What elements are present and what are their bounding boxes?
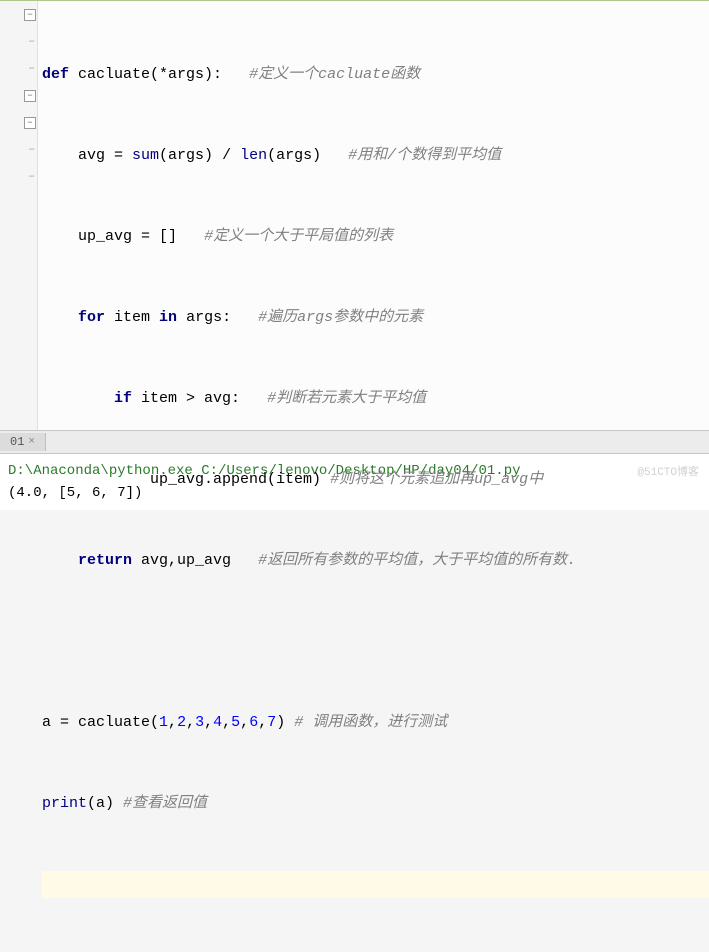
return-val: avg,up_avg	[132, 552, 231, 569]
op: /	[213, 147, 240, 164]
keyword-def: def	[42, 66, 69, 83]
number: 7	[267, 714, 276, 731]
fold-toggle-icon[interactable]: −	[24, 117, 36, 129]
comment: #定义一个大于平局值的列表	[204, 228, 393, 245]
signature: (*args):	[150, 66, 222, 83]
number: 5	[231, 714, 240, 731]
close-icon[interactable]: ×	[28, 436, 35, 448]
fold-tick-icon: –	[28, 61, 35, 75]
args: (args)	[267, 147, 321, 164]
args: (a)	[87, 795, 114, 812]
code-line[interactable]: return avg,up_avg #返回所有参数的平均值，大于平均值的所有数.	[42, 547, 709, 574]
assign: up_avg = []	[78, 228, 177, 245]
fold-tick-icon: –	[28, 169, 35, 183]
number: 2	[177, 714, 186, 731]
comment: #判断若元素大于平均值	[267, 390, 426, 407]
comment: #定义一个cacluate函数	[249, 66, 420, 83]
code-area[interactable]: def cacluate(*args): #定义一个cacluate函数 avg…	[42, 7, 709, 952]
comment: #查看返回值	[123, 795, 207, 812]
watermark: @51CTO博客	[637, 463, 699, 479]
close-paren: )	[276, 714, 285, 731]
builtin-print: print	[42, 795, 87, 812]
builtin-sum: sum	[132, 147, 159, 164]
fold-tick-icon: –	[28, 142, 35, 156]
number: 4	[213, 714, 222, 731]
iter: args:	[177, 309, 231, 326]
builtin-len: len	[240, 147, 267, 164]
code-line[interactable]: for item in args: #遍历args参数中的元素	[42, 304, 709, 331]
tab-active[interactable]: 01 ×	[0, 433, 46, 451]
comment: # 调用函数，进行测试	[294, 714, 447, 731]
var: item	[105, 309, 159, 326]
assign: avg =	[78, 147, 132, 164]
keyword-return: return	[78, 552, 132, 569]
code-line[interactable]: up_avg = [] #定义一个大于平局值的列表	[42, 223, 709, 250]
code-line[interactable]: up_avg.append(item) #则将这个元素追加再up_avg中	[42, 466, 709, 493]
args: (args)	[159, 147, 213, 164]
number: 1	[159, 714, 168, 731]
keyword-if: if	[114, 390, 132, 407]
call: up_avg.append(item)	[150, 471, 321, 488]
keyword-in: in	[159, 309, 177, 326]
tab-label: 01	[10, 435, 24, 449]
code-editor[interactable]: − – – − − – – def cacluate(*args): #定义一个…	[0, 0, 709, 430]
fold-toggle-icon[interactable]: −	[24, 9, 36, 21]
fold-tick-icon: –	[28, 34, 35, 48]
editor-gutter: − – – − − – –	[0, 1, 38, 430]
code-line[interactable]: a = cacluate(1,2,3,4,5,6,7) # 调用函数，进行测试	[42, 709, 709, 736]
comment: #则将这个元素追加再up_avg中	[330, 471, 543, 488]
code-line[interactable]: if item > avg: #判断若元素大于平均值	[42, 385, 709, 412]
code-line[interactable]: avg = sum(args) / len(args) #用和/个数得到平均值	[42, 142, 709, 169]
code-line[interactable]	[42, 628, 709, 655]
function-name: cacluate	[78, 66, 150, 83]
keyword-for: for	[78, 309, 105, 326]
condition: item > avg:	[132, 390, 240, 407]
fold-toggle-icon[interactable]: −	[24, 90, 36, 102]
number: 6	[249, 714, 258, 731]
code-line[interactable]: def cacluate(*args): #定义一个cacluate函数	[42, 61, 709, 88]
number: 3	[195, 714, 204, 731]
comment: #用和/个数得到平均值	[348, 147, 501, 164]
assign: a = cacluate(	[42, 714, 159, 731]
comment: #遍历args参数中的元素	[258, 309, 423, 326]
code-line[interactable]: print(a) #查看返回值	[42, 790, 709, 817]
code-line-current[interactable]	[42, 871, 709, 898]
comment: #返回所有参数的平均值，大于平均值的所有数.	[258, 552, 576, 569]
